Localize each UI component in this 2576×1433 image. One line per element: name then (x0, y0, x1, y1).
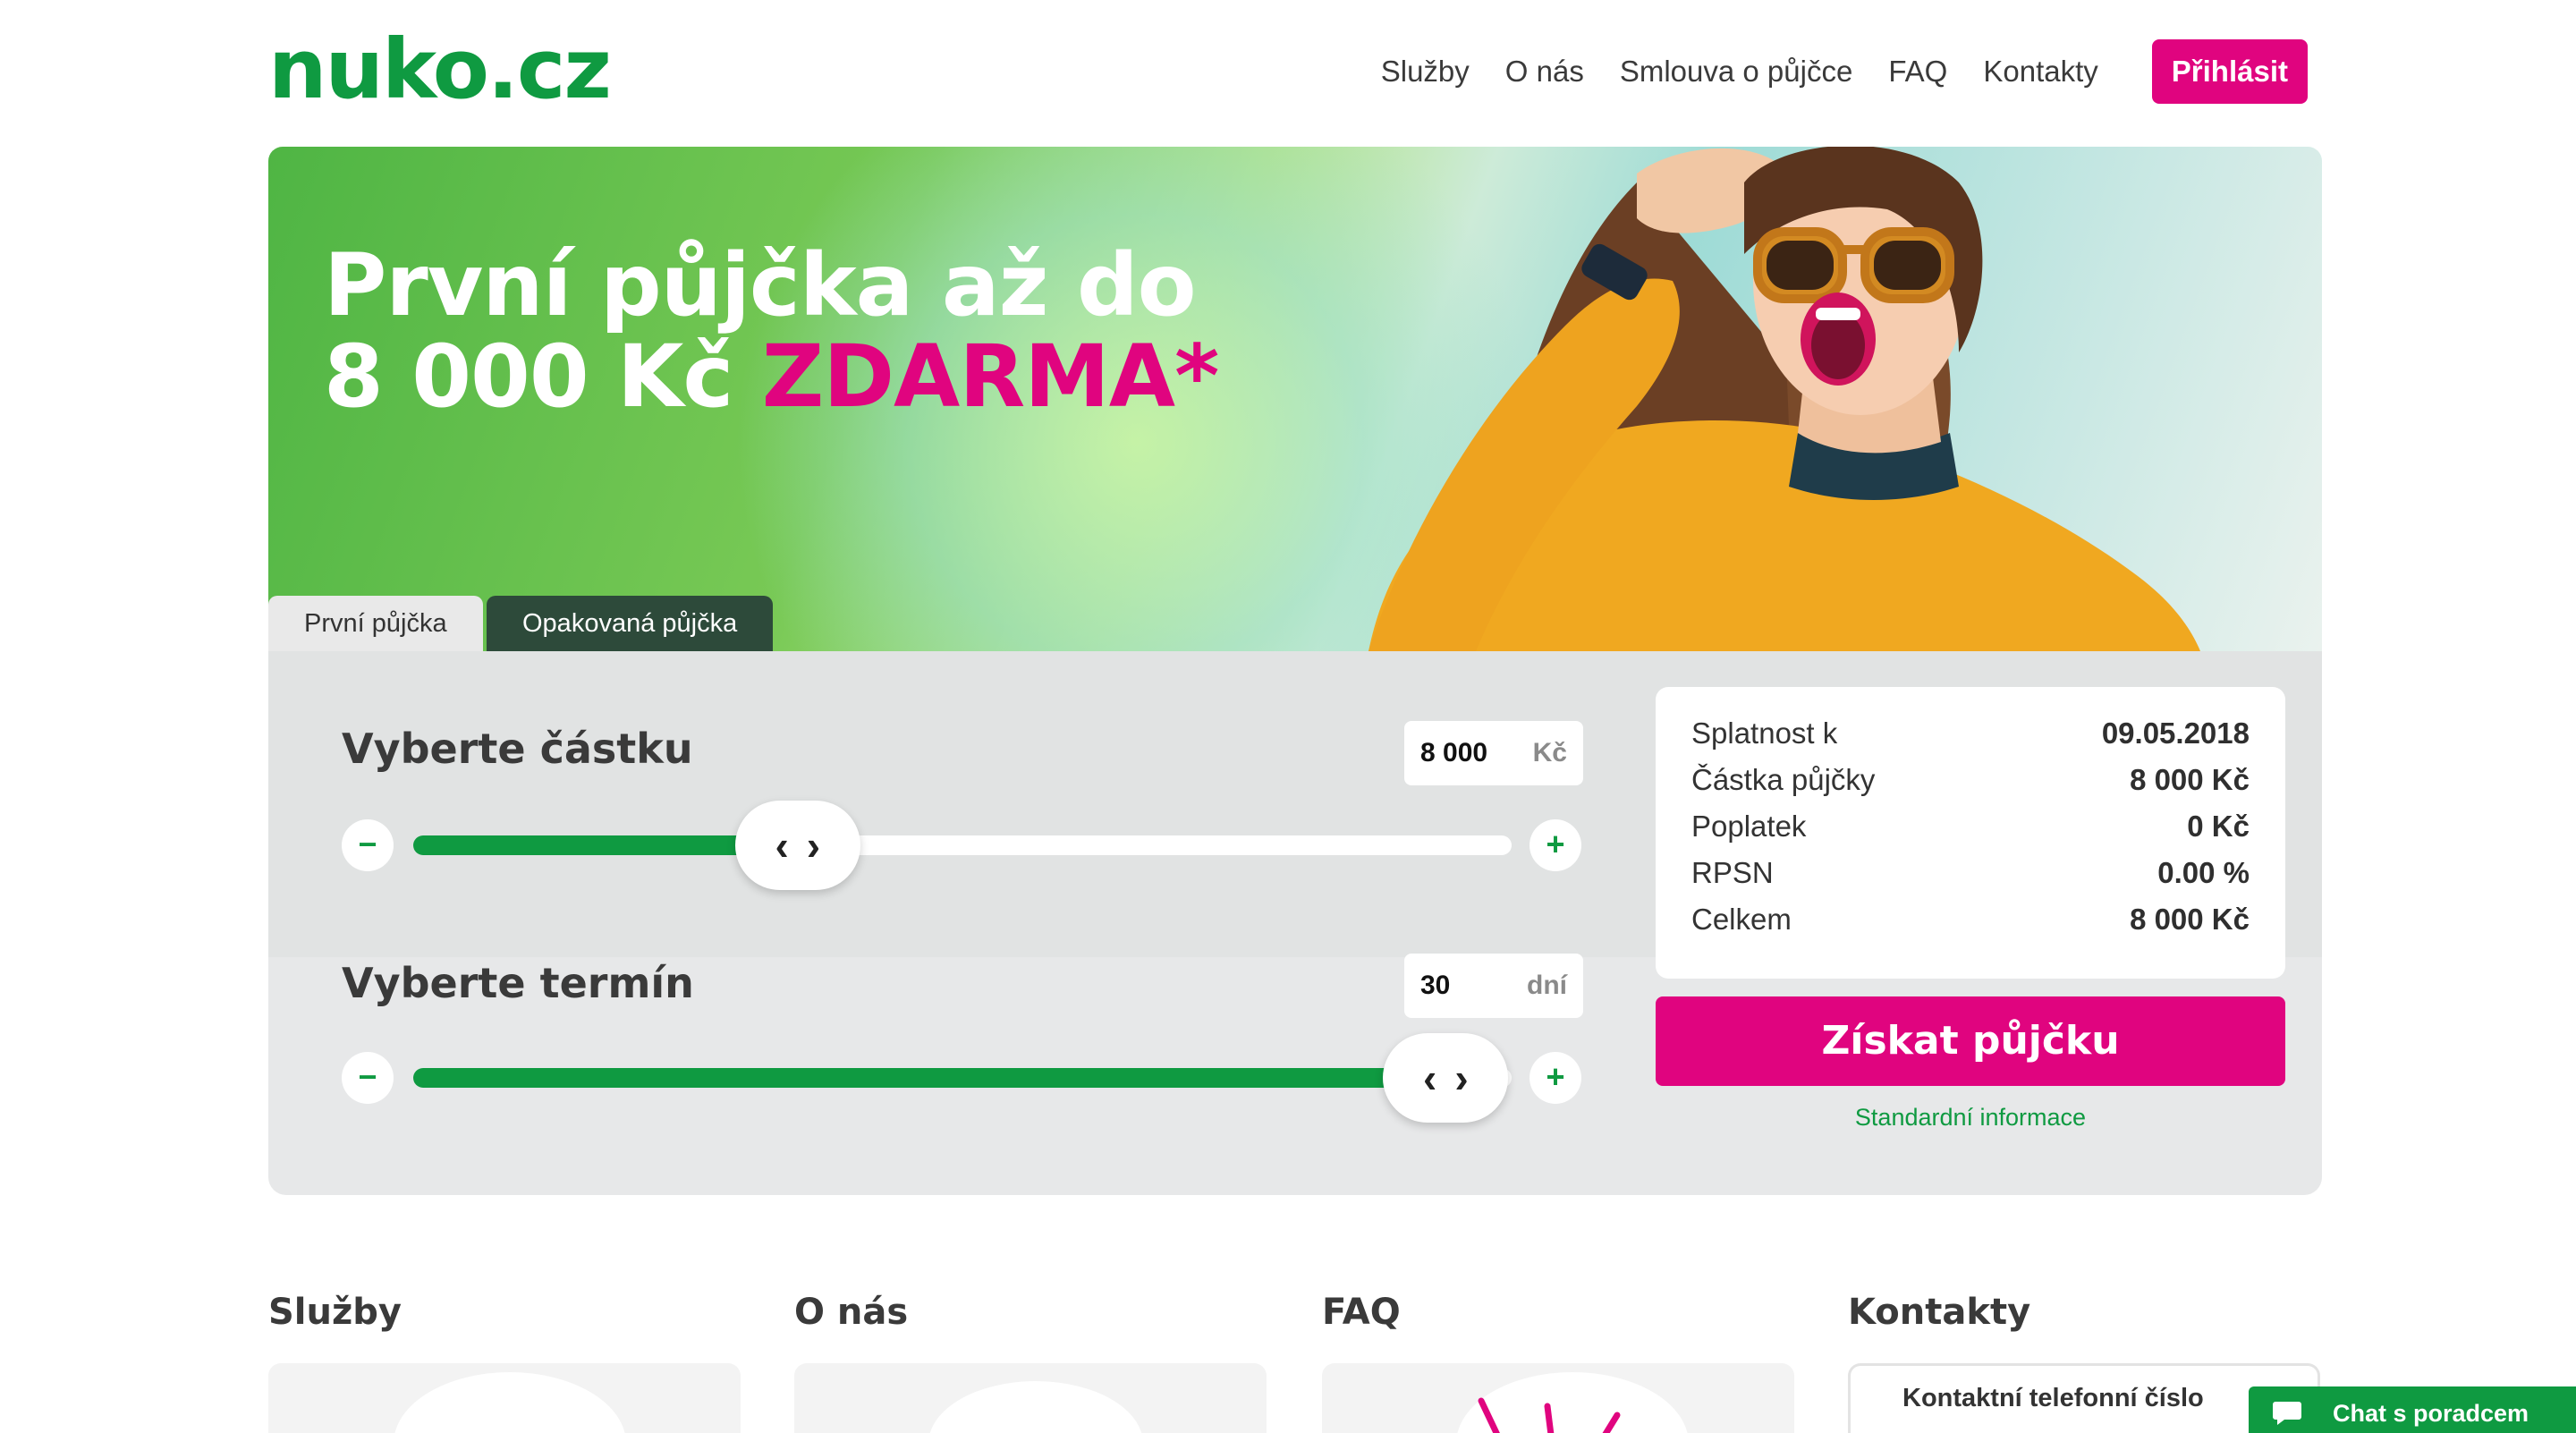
loan-summary: Splatnost k 09.05.2018 Částka půjčky 8 000… (1656, 687, 2285, 979)
amount-plus-button[interactable]: + (1530, 819, 1581, 871)
summary-row: Splatnost k 09.05.2018 (1691, 710, 2250, 757)
hero-amount: 8 000 Kč (324, 326, 762, 427)
logo[interactable]: nuko.cz (268, 25, 612, 114)
amount-slider-track[interactable] (413, 835, 1512, 855)
amount-value[interactable]: 8 000 (1420, 738, 1533, 768)
site-header: nuko.cz Služby O nás Smlouva o půjčce FA… (0, 0, 2576, 143)
about-illustration-icon (929, 1381, 1142, 1433)
get-loan-button[interactable]: Získat půjčku (1656, 996, 2285, 1086)
summary-label: Částka půjčky (1691, 763, 1876, 796)
chat-label: Chat s poradcem (2333, 1399, 2529, 1427)
amount-slider-handle[interactable]: ‹ › (734, 801, 860, 890)
chevron-right-icon: › (1454, 1055, 1469, 1101)
faq-illustration-icon (1457, 1372, 1688, 1433)
summary-label: Splatnost k (1691, 716, 1838, 750)
standard-info-link[interactable]: Standardní informace (1656, 1095, 2285, 1140)
hero-banner: První půjčka až do 8 000 Kč ZDARMA* Prvn… (268, 147, 2322, 651)
tab-repeat-loan[interactable]: Opakovaná půjčka (487, 596, 774, 651)
services-card[interactable] (268, 1363, 741, 1433)
nav-item-o-nas[interactable]: O nás (1505, 40, 1584, 103)
summary-value: 0.00 % (2157, 856, 2250, 889)
hero-title-line1: První půjčka až do (324, 235, 1197, 335)
loan-calculator: Vyberte částku 8 000 Kč − ‹ › + Vyberte … (268, 651, 2322, 1195)
section-title-kontakty: Kontakty (1848, 1292, 2031, 1333)
amount-unit: Kč (1532, 738, 1567, 767)
about-card[interactable] (794, 1363, 1267, 1433)
summary-label: Poplatek (1691, 810, 1807, 843)
nav-item-faq[interactable]: FAQ (1888, 40, 1947, 103)
tab-first-loan[interactable]: První půjčka (268, 596, 483, 651)
nav-item-smlouva[interactable]: Smlouva o půjčce (1620, 40, 1852, 103)
summary-value: 09.05.2018 (2101, 716, 2250, 750)
chat-bubble-icon (2273, 1402, 2301, 1425)
hero-title: První půjčka až do 8 000 Kč ZDARMA* (324, 235, 1219, 422)
chevron-right-icon: › (806, 822, 821, 869)
chevron-left-icon: ‹ (1422, 1055, 1437, 1101)
summary-row: RPSN 0.00 % (1691, 850, 2250, 896)
faq-card[interactable] (1322, 1363, 1794, 1433)
hero-free-label: ZDARMA* (761, 326, 1220, 427)
chevron-left-icon: ‹ (775, 822, 789, 869)
term-label: Vyberte termín (342, 959, 694, 1007)
term-minus-button[interactable]: − (342, 1052, 394, 1104)
term-value[interactable]: 30 (1420, 971, 1527, 1001)
summary-value: 8 000 Kč (2130, 763, 2250, 796)
summary-row: Celkem 8 000 Kč (1691, 896, 2250, 943)
section-title-faq: FAQ (1322, 1292, 1401, 1333)
amount-input[interactable]: 8 000 Kč (1404, 721, 1583, 785)
summary-label: RPSN (1691, 856, 1774, 889)
term-unit: dní (1527, 971, 1567, 1000)
term-input[interactable]: 30 dní (1404, 954, 1583, 1018)
term-slider-fill (413, 1068, 1446, 1088)
summary-value: 0 Kč (2187, 810, 2250, 843)
chat-button[interactable]: Chat s poradcem (2249, 1386, 2576, 1433)
term-plus-button[interactable]: + (1530, 1052, 1581, 1104)
section-title-sluzby: Služby (268, 1292, 402, 1333)
summary-label: Celkem (1691, 903, 1792, 936)
hero-woman-image (1368, 147, 2200, 651)
hero-title-line2: 8 000 Kč ZDARMA* (324, 331, 1219, 422)
nav-item-kontakty[interactable]: Kontakty (1983, 40, 2097, 103)
summary-value: 8 000 Kč (2130, 903, 2250, 936)
nav-item-sluzby[interactable]: Služby (1381, 40, 1470, 103)
login-button[interactable]: Přihlásit (2151, 39, 2308, 104)
term-slider-handle[interactable]: ‹ › (1383, 1033, 1509, 1123)
amount-minus-button[interactable]: − (342, 819, 394, 871)
term-slider-track[interactable] (413, 1068, 1512, 1088)
summary-row: Poplatek 0 Kč (1691, 803, 2250, 850)
contact-phone-label: Kontaktní telefonní číslo (1902, 1384, 2204, 1412)
section-title-o-nas: O nás (794, 1292, 909, 1333)
services-illustration-icon (394, 1372, 625, 1433)
main-nav: Služby O nás Smlouva o půjčce FAQ Kontak… (1345, 39, 2308, 104)
amount-label: Vyberte částku (342, 725, 693, 773)
summary-row: Částka půjčky 8 000 Kč (1691, 757, 2250, 803)
